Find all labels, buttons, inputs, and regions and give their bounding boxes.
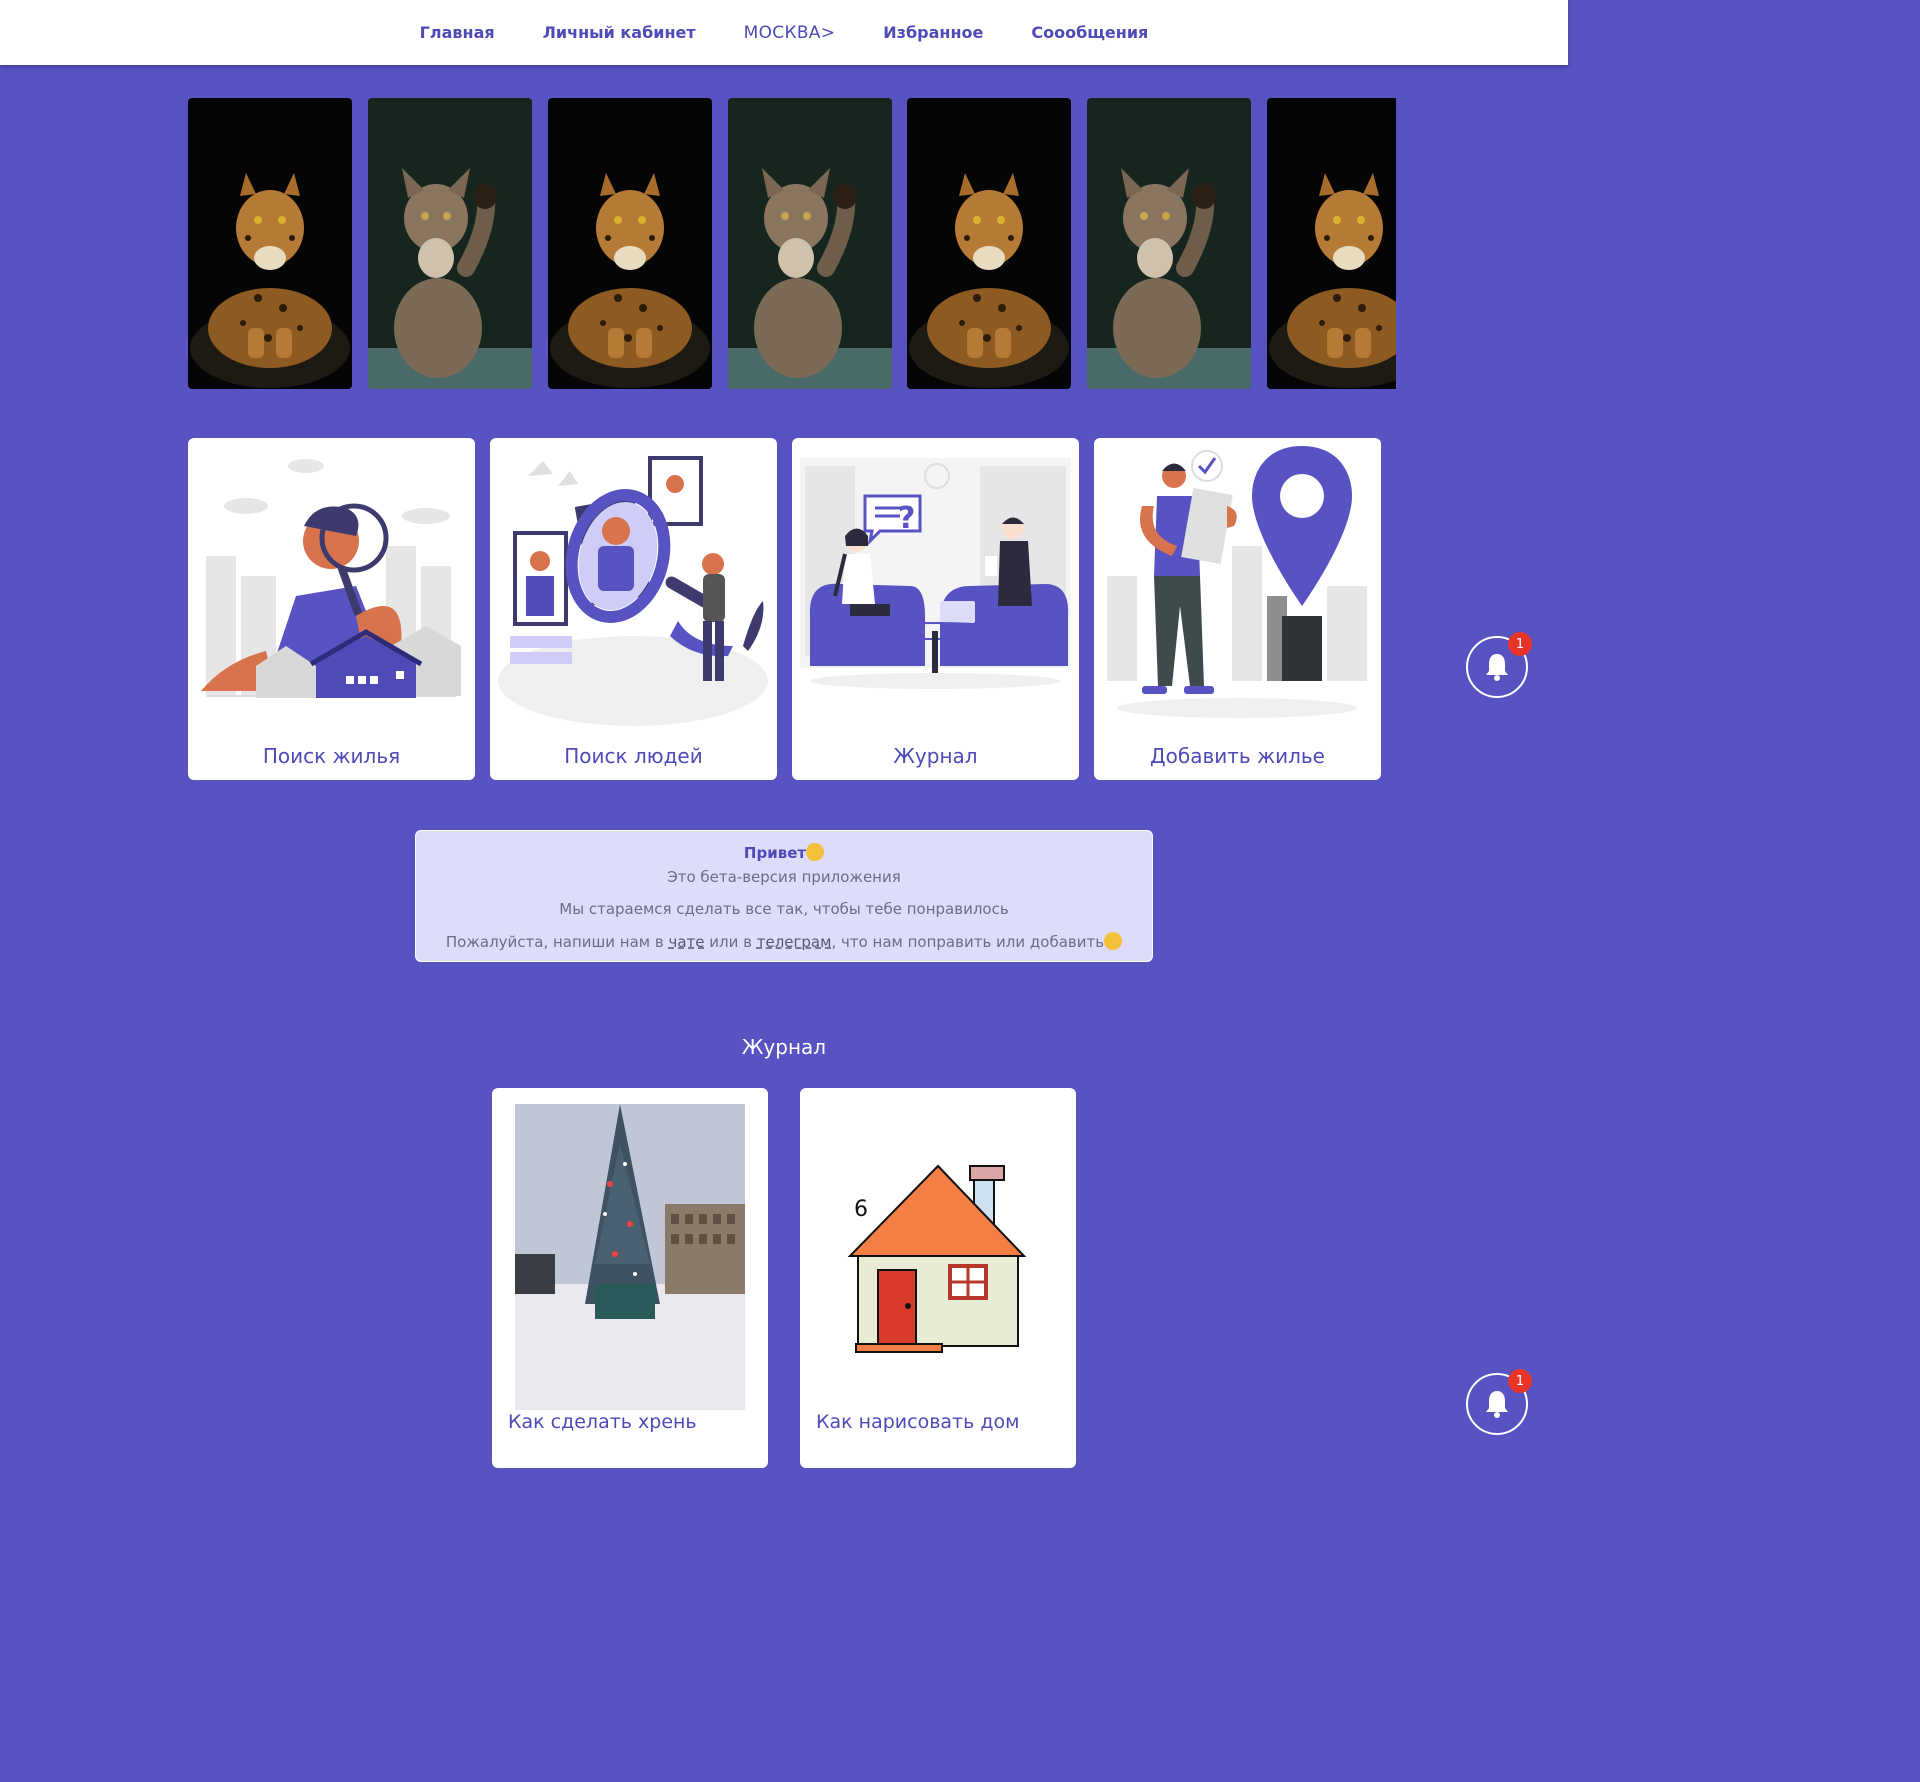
- notification-count-badge: 1: [1508, 632, 1532, 656]
- house-drawing: 6: [847, 1164, 1027, 1353]
- story-leopard[interactable]: [907, 98, 1071, 389]
- christmas-tree-photo: [515, 1104, 745, 1410]
- telegram-link[interactable]: телеграм: [757, 933, 832, 951]
- card-label: Поиск жилья: [262, 744, 401, 768]
- notifications-button[interactable]: 1: [1466, 1369, 1532, 1435]
- card-add-housing[interactable]: Добавить жилье: [1094, 438, 1381, 780]
- notice-line-1: Это бета-версия приложения: [667, 868, 901, 886]
- story-cat[interactable]: [1087, 98, 1251, 389]
- nav-messages[interactable]: Соообщения: [1031, 23, 1148, 42]
- top-nav: Главная Личный кабинет МОСКВА> Избранное…: [0, 0, 1568, 65]
- story-leopard[interactable]: [1267, 98, 1396, 389]
- nav-city-selector[interactable]: МОСКВА>: [744, 23, 836, 43]
- leopard-image: [907, 98, 1071, 389]
- card-search-people[interactable]: Поиск людей: [490, 438, 777, 780]
- notice-line-3: Пожалуйста, напиши нам в чате или в теле…: [416, 932, 1152, 951]
- nav-account[interactable]: Личный кабинет: [543, 23, 696, 42]
- card-search-housing[interactable]: Поиск жилья: [188, 438, 475, 780]
- article-title: Как сделать хрень: [508, 1411, 697, 1433]
- nav-favorites[interactable]: Избранное: [883, 23, 983, 42]
- cat-image: [368, 98, 532, 389]
- drawing-number: 6: [854, 1197, 868, 1222]
- cat-image: [728, 98, 892, 389]
- card-label: Журнал: [893, 744, 978, 768]
- bell-icon: [1486, 1391, 1508, 1418]
- story-cat[interactable]: [728, 98, 892, 389]
- leopard-image: [188, 98, 352, 389]
- waving-hand-icon: [806, 843, 825, 861]
- cat-image: [1087, 98, 1251, 389]
- journal-article-card[interactable]: 6 Как нарисовать дом: [800, 1088, 1076, 1468]
- leopard-image: [1267, 98, 1396, 389]
- sad-face-icon: [1104, 932, 1123, 950]
- stories-carousel[interactable]: [188, 98, 1396, 389]
- story-cat[interactable]: [368, 98, 532, 389]
- leopard-image: [548, 98, 712, 389]
- svg-text:?: ?: [898, 501, 915, 536]
- story-leopard[interactable]: [548, 98, 712, 389]
- bell-icon: [1486, 654, 1508, 681]
- add-housing-illustration: [1107, 446, 1367, 718]
- journal-section-title: Журнал: [741, 1035, 827, 1059]
- search-housing-illustration: [201, 459, 461, 698]
- notifications-button[interactable]: 1: [1466, 632, 1532, 698]
- notice-line-2: Мы стараемся сделать все так, чтобы тебе…: [559, 900, 1009, 918]
- notice-greeting: Привет: [416, 843, 1152, 862]
- chat-link[interactable]: чате: [668, 933, 704, 951]
- beta-notice: Привет Это бета-версия приложения Мы ста…: [415, 830, 1153, 962]
- journal-article-card[interactable]: Как сделать хрень: [492, 1088, 768, 1468]
- card-label: Поиск людей: [564, 744, 703, 768]
- card-label: Добавить жилье: [1150, 744, 1325, 768]
- journal-illustration: ?: [800, 458, 1071, 689]
- nav-home[interactable]: Главная: [420, 23, 495, 42]
- card-journal[interactable]: ? Журнал: [792, 438, 1079, 780]
- article-title: Как нарисовать дом: [816, 1411, 1020, 1433]
- story-leopard[interactable]: [188, 98, 352, 389]
- search-people-illustration: [498, 456, 768, 726]
- notification-count-badge: 1: [1508, 1369, 1532, 1393]
